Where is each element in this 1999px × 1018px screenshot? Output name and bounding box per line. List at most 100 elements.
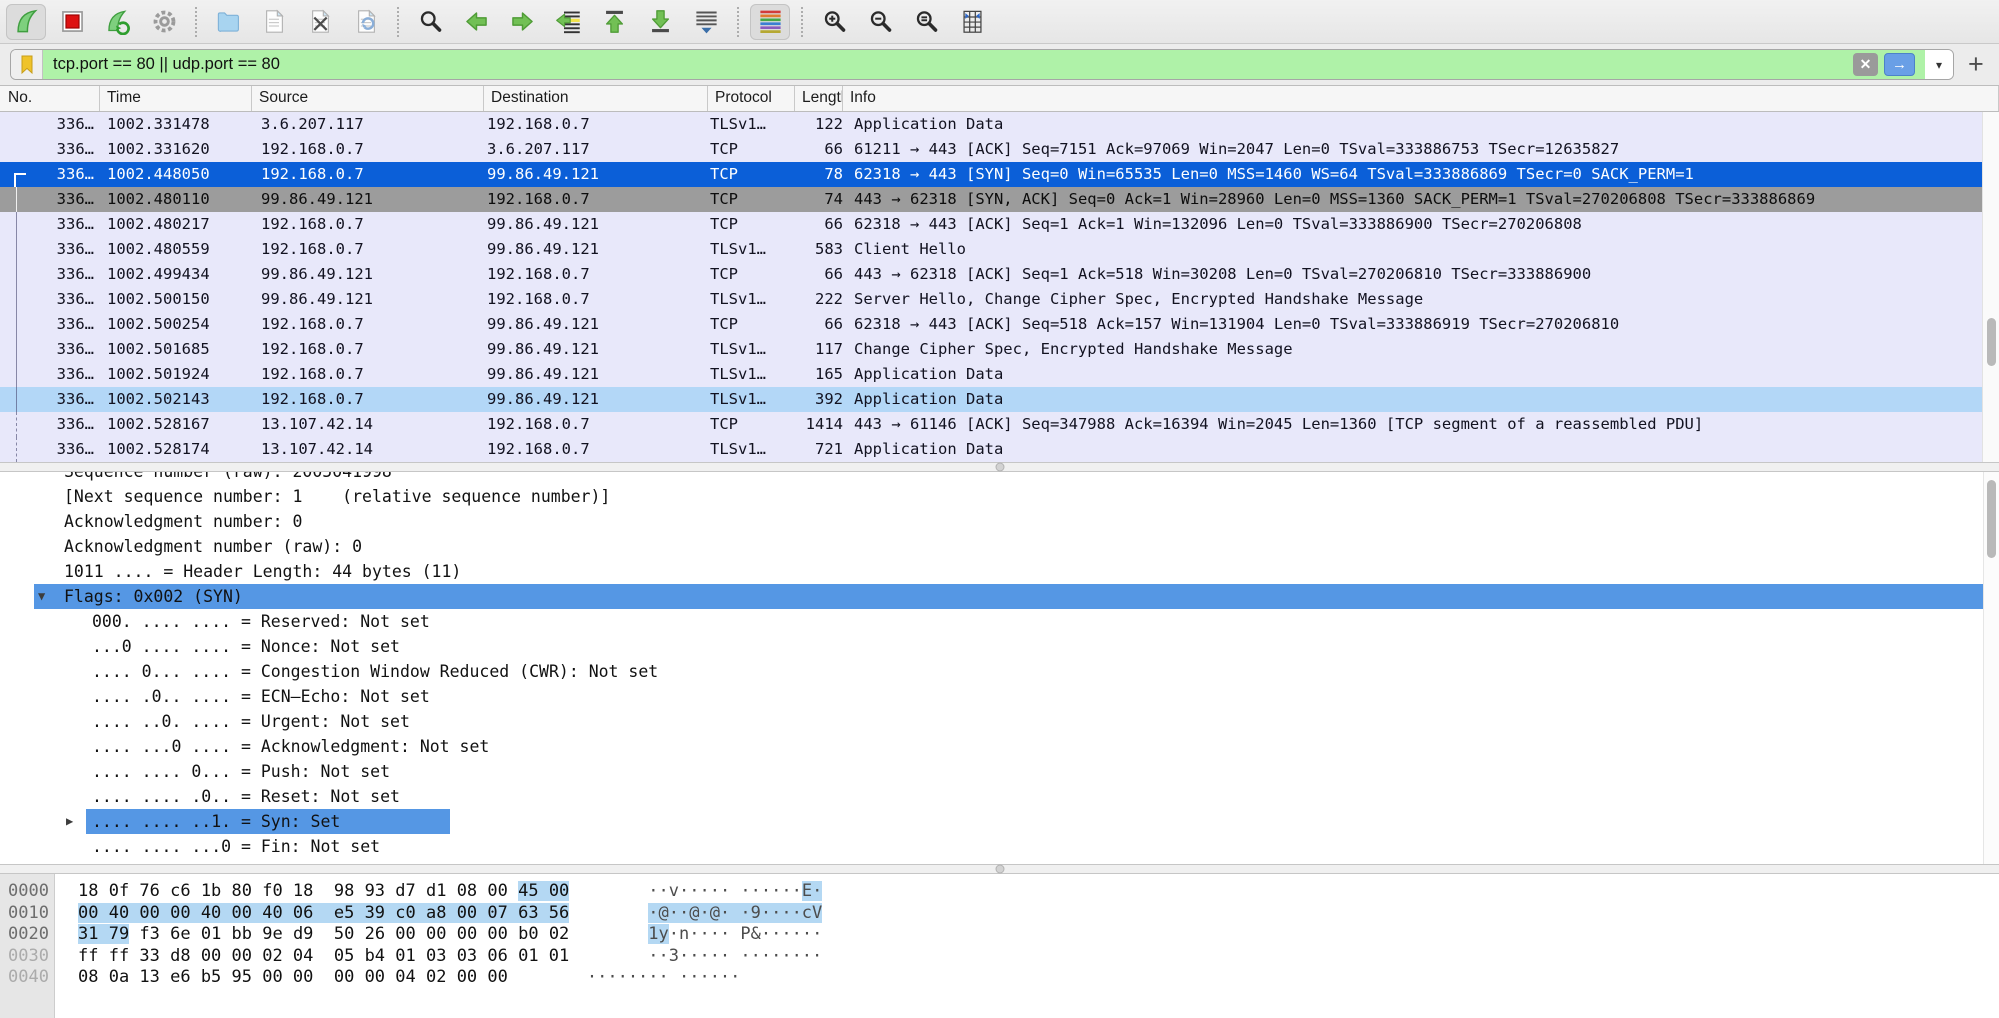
hex-row[interactable]: 004008 0a 13 e6 b5 95 00 00 00 00 04 02 …	[0, 967, 1999, 989]
filter-input[interactable]: tcp.port == 80 || udp.port == 80	[53, 55, 1847, 74]
column-header-time[interactable]: Time	[100, 86, 252, 111]
close-file-button[interactable]	[300, 4, 340, 40]
packet-bytes-pane: 000018 0f 76 c6 1b 80 f0 18 98 93 d7 d1 …	[0, 874, 1999, 1018]
go-back-button[interactable]	[456, 4, 496, 40]
detail-line[interactable]: 1011 .... = Header Length: 44 bytes (11)	[0, 559, 1999, 584]
detail-line[interactable]: 000. .... .... = Reserved: Not set	[0, 609, 1999, 634]
cell-info: 62318 → 443 [ACK] Seq=1 Ack=1 Win=132096…	[843, 212, 1999, 237]
detail-line[interactable]: .... ..0. .... = Urgent: Not set	[0, 709, 1999, 734]
hex-offset: 0020	[0, 924, 55, 946]
expand-arrow-icon[interactable]: ▶	[66, 809, 80, 834]
cell-info: Application Data	[843, 362, 1999, 387]
cell-len: 583	[795, 237, 843, 262]
splitter-handle[interactable]	[995, 865, 1004, 874]
detail-line[interactable]: .... ...0 .... = Acknowledgment: Not set	[0, 734, 1999, 759]
column-header-src[interactable]: Source	[252, 86, 484, 111]
related-packet-mark	[16, 287, 17, 312]
zoom-out-button[interactable]	[860, 4, 900, 40]
column-header-info[interactable]: Info	[843, 86, 1999, 111]
detail-line[interactable]: .... .... 0... = Push: Not set	[0, 759, 1999, 784]
scrollbar-thumb[interactable]	[1987, 480, 1996, 558]
go-last-button[interactable]	[640, 4, 680, 40]
splitter-handle[interactable]	[995, 463, 1004, 472]
zoom-reset-button[interactable]	[906, 4, 946, 40]
cell-dst: 192.168.0.7	[484, 287, 708, 312]
detail-line[interactable]: Acknowledgment number: 0	[0, 509, 1999, 534]
packet-row[interactable]: 336…1002.331620192.168.0.73.6.207.117TCP…	[0, 137, 1999, 162]
detail-line[interactable]: Acknowledgment number (raw): 0	[0, 534, 1999, 559]
cell-no: 336…	[0, 137, 100, 162]
resize-columns-button[interactable]	[952, 4, 992, 40]
packet-row[interactable]: 336…1002.501685192.168.0.799.86.49.121TL…	[0, 337, 1999, 362]
hex-row[interactable]: 002031 79 f3 6e 01 bb 9e d9 50 26 00 00 …	[0, 924, 1999, 946]
packet-row[interactable]: 336…1002.500254192.168.0.799.86.49.121TC…	[0, 312, 1999, 337]
detail-line[interactable]: Sequence number (raw): 2005041998	[0, 472, 1999, 484]
hex-row[interactable]: 001000 40 00 00 40 00 40 06 e5 39 c0 a8 …	[0, 903, 1999, 925]
detail-line[interactable]: .... .... ...0 = Fin: Not set	[0, 834, 1999, 859]
filter-dropdown-button[interactable]: ▾	[1925, 50, 1953, 79]
packet-row[interactable]: 336…1002.50015099.86.49.121192.168.0.7TL…	[0, 287, 1999, 312]
hex-row[interactable]: 000018 0f 76 c6 1b 80 f0 18 98 93 d7 d1 …	[0, 881, 1999, 903]
filter-clear-button[interactable]: ✕	[1853, 53, 1878, 76]
filter-bookmark-button[interactable]	[11, 50, 43, 79]
packet-row[interactable]: 336…1002.501924192.168.0.799.86.49.121TL…	[0, 362, 1999, 387]
detail-line[interactable]: [Next sequence number: 1 (relative seque…	[0, 484, 1999, 509]
detail-line[interactable]: .... .0.. .... = ECN–Echo: Not set	[0, 684, 1999, 709]
toolbar-separator	[397, 7, 399, 37]
column-header-no[interactable]: No.	[0, 86, 100, 111]
cell-no: 336…	[0, 112, 100, 137]
cell-len: 165	[795, 362, 843, 387]
save-file-button[interactable]	[254, 4, 294, 40]
start-capture-button[interactable]	[6, 4, 46, 40]
go-to-packet-button[interactable]	[548, 4, 588, 40]
capture-options-button[interactable]	[144, 4, 184, 40]
list-details-splitter[interactable]	[0, 462, 1999, 472]
packet-list-scrollbar[interactable]	[1982, 112, 1999, 462]
cell-time: 1002.528167	[100, 412, 252, 437]
zoom-in-button[interactable]	[814, 4, 854, 40]
packet-row[interactable]: 336…1002.48011099.86.49.121192.168.0.7TC…	[0, 187, 1999, 212]
packet-row[interactable]: 336…1002.480559192.168.0.799.86.49.121TL…	[0, 237, 1999, 262]
cell-dst: 192.168.0.7	[484, 262, 708, 287]
detail-text: .... ...0 .... = Acknowledgment: Not set	[92, 734, 489, 759]
cell-info: Server Hello, Change Cipher Spec, Encryp…	[843, 287, 1999, 312]
packet-row[interactable]: 336…1002.448050192.168.0.799.86.49.121TC…	[0, 162, 1999, 187]
go-forward-button[interactable]	[502, 4, 542, 40]
go-first-button[interactable]	[594, 4, 634, 40]
display-filter-field[interactable]: tcp.port == 80 || udp.port == 80 ✕ → ▾	[10, 49, 1954, 80]
colorize-button[interactable]	[750, 4, 790, 40]
collapse-arrow-icon[interactable]: ▼	[38, 584, 52, 609]
auto-scroll-button[interactable]	[686, 4, 726, 40]
stop-capture-button[interactable]	[52, 4, 92, 40]
scrollbar-thumb[interactable]	[1987, 318, 1996, 366]
stop-capture-icon	[59, 8, 86, 35]
column-header-dst[interactable]: Destination	[484, 86, 708, 111]
cell-info: Application Data	[843, 387, 1999, 412]
filter-input-area[interactable]: tcp.port == 80 || udp.port == 80 ✕ →	[43, 50, 1925, 79]
hex-row[interactable]: 0030ff ff 33 d8 00 00 02 04 05 b4 01 03 …	[0, 946, 1999, 968]
packet-row[interactable]: 336…1002.480217192.168.0.799.86.49.121TC…	[0, 212, 1999, 237]
packet-row[interactable]: 336…1002.52816713.107.42.14192.168.0.7TC…	[0, 412, 1999, 437]
detail-line[interactable]: ▶.... .... ..1. = Syn: Set	[0, 809, 1999, 834]
restart-capture-button[interactable]	[98, 4, 138, 40]
details-bytes-splitter[interactable]	[0, 864, 1999, 874]
detail-line[interactable]: ...0 .... .... = Nonce: Not set	[0, 634, 1999, 659]
detail-line[interactable]: ▼Flags: 0x002 (SYN)	[0, 584, 1999, 609]
packet-row[interactable]: 336…1002.3314783.6.207.117192.168.0.7TLS…	[0, 112, 1999, 137]
filter-apply-button[interactable]: →	[1884, 53, 1915, 76]
detail-line[interactable]: .... .... .0.. = Reset: Not set	[0, 784, 1999, 809]
find-packet-button[interactable]	[410, 4, 450, 40]
cell-pro: TCP	[708, 162, 795, 187]
cell-info: 443 → 62318 [SYN, ACK] Seq=0 Ack=1 Win=2…	[843, 187, 1999, 212]
reload-file-button[interactable]	[346, 4, 386, 40]
packet-row[interactable]: 336…1002.502143192.168.0.799.86.49.121TL…	[0, 387, 1999, 412]
packet-row[interactable]: 336…1002.52817413.107.42.14192.168.0.7TL…	[0, 437, 1999, 462]
filter-add-button[interactable]: +	[1968, 51, 1984, 78]
open-file-button[interactable]	[208, 4, 248, 40]
column-header-len[interactable]: Length	[795, 86, 843, 111]
detail-line[interactable]: .... 0... .... = Congestion Window Reduc…	[0, 659, 1999, 684]
close-file-icon	[307, 8, 334, 35]
column-header-pro[interactable]: Protocol	[708, 86, 795, 111]
packet-row[interactable]: 336…1002.49943499.86.49.121192.168.0.7TC…	[0, 262, 1999, 287]
details-scrollbar[interactable]	[1983, 472, 1999, 864]
